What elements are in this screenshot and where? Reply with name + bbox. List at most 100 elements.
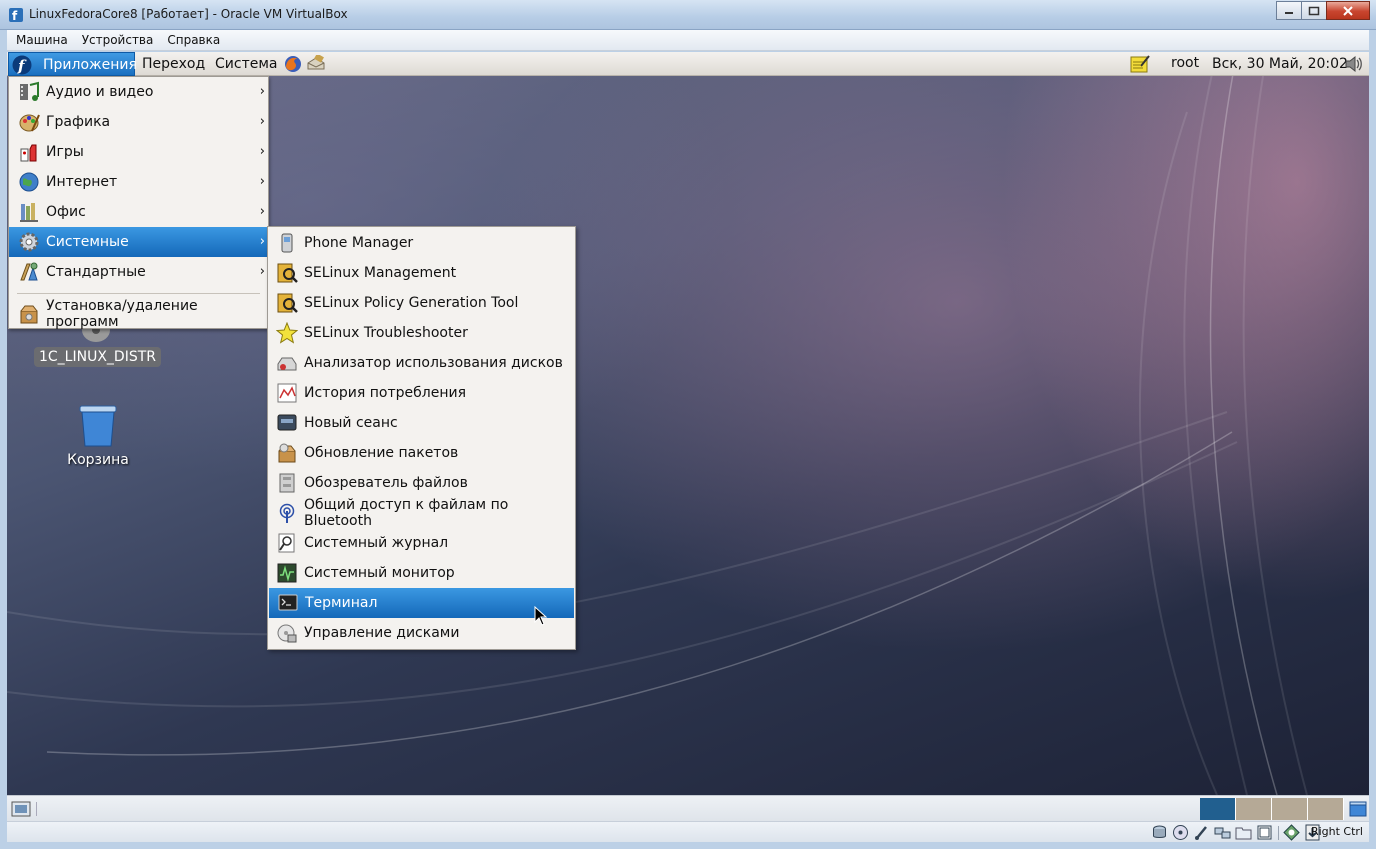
fedora-logo-icon: f bbox=[12, 55, 32, 75]
window-title: LinuxFedoraCore8 [Работает] - Oracle VM … bbox=[29, 7, 348, 21]
menu-machine[interactable]: Машина bbox=[9, 33, 75, 47]
chevron-right-icon: › bbox=[259, 204, 265, 219]
menu-item-label: Интернет bbox=[46, 174, 118, 190]
hard-disk-icon[interactable] bbox=[1151, 824, 1168, 841]
panel-clock[interactable]: Вск, 30 Май, 20:02 bbox=[1212, 52, 1348, 76]
submenu-item-label: Терминал bbox=[305, 595, 378, 611]
submenu-item-file-browser[interactable]: Обозреватель файлов bbox=[268, 468, 575, 498]
minimize-button[interactable] bbox=[1276, 1, 1302, 20]
trash-icon bbox=[79, 405, 117, 447]
sticky-notes-icon[interactable] bbox=[1129, 54, 1151, 74]
vbox-statusbar: Right Ctrl bbox=[7, 821, 1369, 842]
svg-text:f: f bbox=[12, 9, 18, 23]
chevron-right-icon: › bbox=[259, 174, 265, 189]
desktop-trash-icon[interactable]: Корзина bbox=[50, 402, 146, 468]
cd-label: 1C_LINUX_DISTR bbox=[34, 347, 161, 367]
terminal-icon bbox=[278, 594, 298, 611]
guest-bottom-panel bbox=[7, 795, 1369, 821]
menu-item-multimedia[interactable]: Аудио и видео › bbox=[9, 77, 268, 107]
menu-item-accessories[interactable]: Стандартные › bbox=[9, 257, 268, 287]
games-icon bbox=[20, 144, 37, 162]
trash-applet-icon[interactable] bbox=[1349, 801, 1367, 817]
submenu-item-selinux-policy-tool[interactable]: SELinux Policy Generation Tool bbox=[268, 288, 575, 318]
places-menu-button[interactable]: Переход bbox=[142, 52, 205, 76]
submenu-item-label: Общий доступ к файлам по Bluetooth bbox=[304, 497, 509, 529]
graphics-icon bbox=[19, 114, 40, 132]
submenu-item-terminal[interactable]: Терминал bbox=[269, 588, 574, 618]
virtualbox-app-icon: f bbox=[9, 8, 23, 23]
mail-launcher-icon[interactable] bbox=[306, 55, 326, 73]
submenu-item-selinux-management[interactable]: SELinux Management bbox=[268, 258, 575, 288]
minimize-icon bbox=[1285, 11, 1293, 14]
submenu-item-label: SELinux Policy Generation Tool bbox=[304, 295, 519, 311]
menu-item-internet[interactable]: Интернет › bbox=[9, 167, 268, 197]
submenu-item-label: Обновление пакетов bbox=[304, 445, 459, 461]
submenu-item-system-log[interactable]: Системный журнал bbox=[268, 528, 575, 558]
chevron-right-icon: › bbox=[259, 84, 265, 99]
mouse-pointer-icon bbox=[534, 606, 548, 626]
menu-item-system-tools[interactable]: Системные › bbox=[9, 227, 268, 257]
status-separator bbox=[1278, 825, 1279, 840]
package-update-icon bbox=[278, 443, 296, 463]
menu-item-label: Игры bbox=[46, 144, 84, 160]
menu-item-label: Системные bbox=[46, 234, 129, 250]
submenu-item-label: История потребления bbox=[304, 385, 466, 401]
star-icon bbox=[276, 322, 298, 344]
close-button[interactable] bbox=[1326, 1, 1370, 20]
menu-item-games[interactable]: Игры › bbox=[9, 137, 268, 167]
guest-screen[interactable]: f Приложения Переход Система root Вск, 3… bbox=[7, 52, 1369, 795]
submenu-item-bluetooth-sharing[interactable]: Общий доступ к файлам по Bluetooth bbox=[268, 497, 575, 529]
menu-help[interactable]: Справка bbox=[160, 33, 227, 47]
bluetooth-icon bbox=[279, 503, 295, 523]
window-titlebar[interactable]: f LinuxFedoraCore8 [Работает] - Oracle V… bbox=[0, 0, 1376, 30]
menu-item-office[interactable]: Офис › bbox=[9, 197, 268, 227]
applications-menu-button[interactable]: f Приложения bbox=[8, 52, 137, 76]
menu-item-label: Графика bbox=[46, 114, 111, 130]
submenu-item-new-session[interactable]: Новый сеанс bbox=[268, 408, 575, 438]
system-tools-submenu: Phone Manager SELinux Management SELinux… bbox=[267, 226, 576, 650]
vbox-menubar: Машина Устройства Справка bbox=[7, 30, 1369, 51]
submenu-item-selinux-troubleshooter[interactable]: SELinux Troubleshooter bbox=[268, 318, 575, 348]
workspace-1[interactable] bbox=[1200, 798, 1236, 820]
selinux-policy-icon bbox=[277, 293, 298, 313]
menu-item-label: Стандартные bbox=[46, 264, 146, 280]
selinux-icon bbox=[277, 263, 298, 283]
virtualization-icon[interactable] bbox=[1283, 824, 1300, 841]
chevron-right-icon: › bbox=[259, 114, 265, 129]
menu-item-graphics[interactable]: Графика › bbox=[9, 107, 268, 137]
workspace-switcher[interactable] bbox=[1200, 798, 1344, 820]
host-key-label[interactable]: Right Ctrl bbox=[1311, 825, 1363, 838]
submenu-item-disk-management[interactable]: Управление дисками bbox=[268, 618, 575, 648]
shared-folders-icon[interactable] bbox=[1235, 824, 1252, 841]
submenu-item-label: Системный журнал bbox=[304, 535, 449, 551]
menu-item-label: Офис bbox=[46, 204, 86, 220]
video-capture-icon[interactable] bbox=[1256, 824, 1273, 841]
disk-manager-icon bbox=[277, 624, 297, 643]
workspace-4[interactable] bbox=[1308, 798, 1344, 820]
volume-icon[interactable] bbox=[1344, 55, 1364, 73]
applications-menu: Аудио и видео › Графика › Игры › Интерне… bbox=[8, 76, 269, 330]
submenu-item-disk-usage[interactable]: Анализатор использования дисков bbox=[268, 348, 575, 378]
maximize-button[interactable] bbox=[1301, 1, 1327, 20]
submenu-item-system-monitor[interactable]: Системный монитор bbox=[268, 558, 575, 588]
file-cabinet-icon bbox=[279, 473, 295, 493]
workspace-2[interactable] bbox=[1236, 798, 1272, 820]
submenu-item-power-history[interactable]: История потребления bbox=[268, 378, 575, 408]
chevron-right-icon: › bbox=[259, 264, 265, 279]
submenu-item-label: Управление дисками bbox=[304, 625, 460, 641]
usb-icon[interactable] bbox=[1193, 824, 1210, 841]
network-icon[interactable] bbox=[1214, 824, 1231, 841]
monitor-icon bbox=[277, 414, 297, 431]
accessories-icon bbox=[20, 262, 38, 281]
firefox-launcher-icon[interactable] bbox=[284, 55, 302, 73]
menu-devices[interactable]: Устройства bbox=[75, 33, 161, 47]
show-desktop-icon[interactable] bbox=[11, 800, 31, 818]
submenu-item-package-updater[interactable]: Обновление пакетов bbox=[268, 438, 575, 468]
optical-drive-icon[interactable] bbox=[1172, 824, 1189, 841]
menu-separator bbox=[17, 293, 260, 294]
menu-item-add-remove-software[interactable]: Установка/удаление программ bbox=[9, 298, 268, 330]
user-name[interactable]: root bbox=[1171, 52, 1199, 76]
system-menu-button[interactable]: Система bbox=[215, 52, 277, 76]
workspace-3[interactable] bbox=[1272, 798, 1308, 820]
submenu-item-phone-manager[interactable]: Phone Manager bbox=[268, 228, 575, 258]
